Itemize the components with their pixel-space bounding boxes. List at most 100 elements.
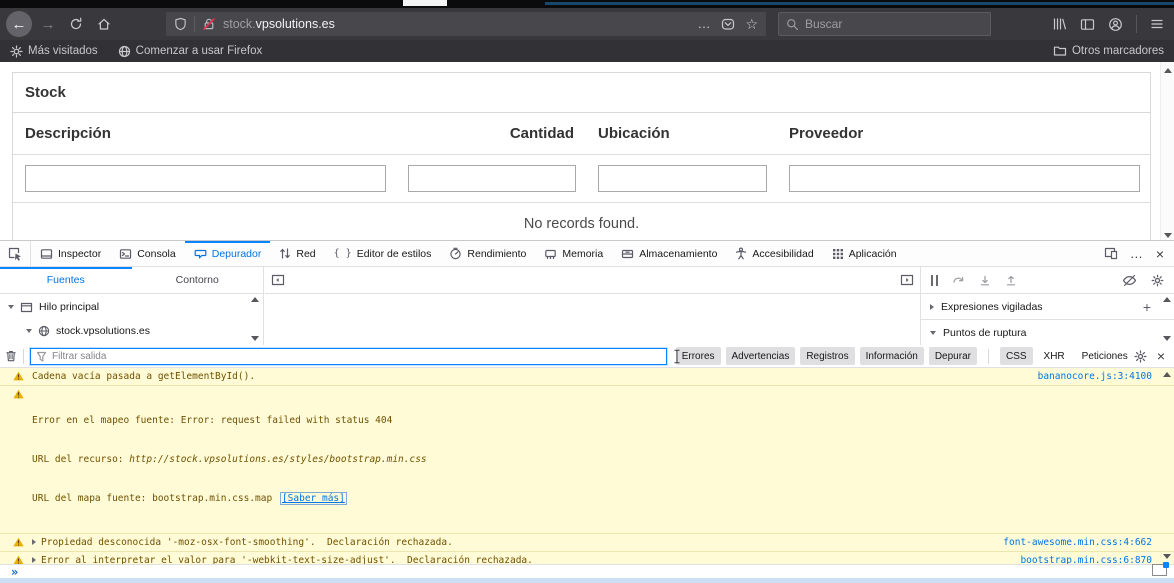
console-panel: Filtrar salida Errores Advertencias Regi…	[0, 345, 1174, 583]
collapse-sources-pane-icon[interactable]	[271, 274, 285, 286]
source-link[interactable]: font-awesome.min.css:4:662	[991, 536, 1152, 549]
console-settings-gear-icon[interactable]	[1134, 349, 1147, 363]
expand-message-caret[interactable]	[32, 557, 36, 563]
devtools-close-icon[interactable]: ×	[1156, 247, 1164, 261]
tab-accesibilidad[interactable]: Accesibilidad	[726, 241, 822, 266]
back-button[interactable]: ←	[6, 11, 32, 37]
menu-hamburger-icon[interactable]	[1150, 18, 1164, 30]
step-in-icon[interactable]	[979, 275, 991, 286]
tree-item-hilo-principal[interactable]: Hilo principal	[0, 296, 263, 318]
source-editor	[265, 267, 920, 345]
scroll-up-icon[interactable]	[251, 297, 259, 302]
console-bottom-strip	[0, 578, 1174, 583]
sources-scrollbar[interactable]	[250, 297, 260, 341]
debugger-icon	[194, 249, 207, 258]
filter-advertencias-button[interactable]: Advertencias	[725, 347, 796, 365]
forward-button[interactable]: →	[36, 12, 60, 36]
navigation-toolbar: ← → stock.vpsolutions.es … ☆ Buscar	[0, 8, 1174, 40]
console-scroll-down-icon[interactable]	[1163, 554, 1171, 559]
network-icon	[280, 248, 291, 259]
source-link[interactable]: bananocore.js:3:4100	[1026, 370, 1152, 383]
expand-message-caret[interactable]	[32, 539, 36, 545]
tracking-shield-icon	[175, 17, 186, 31]
console-prompt-icon: »	[11, 564, 19, 579]
tab-depurador[interactable]: Depurador	[184, 241, 271, 266]
sidebar-toggle-icon[interactable]	[1080, 18, 1095, 31]
scroll-up-icon[interactable]	[1163, 68, 1172, 73]
console-warning-row: Cadena vacía pasada a getElementById(). …	[0, 368, 1174, 386]
sources-pane: Fuentes Contorno Hilo principal stock.vp…	[0, 267, 264, 345]
filter-input-descripcion[interactable]	[25, 165, 386, 192]
split-console-toggle-icon[interactable]	[1152, 562, 1169, 576]
deactivate-breakpoints-icon[interactable]	[1122, 274, 1137, 287]
filter-registros-button[interactable]: Registros	[800, 347, 855, 365]
warning-icon	[13, 389, 24, 399]
gear-icon	[10, 44, 23, 58]
responsive-mode-icon[interactable]	[1104, 247, 1118, 260]
filter-informacion-button[interactable]: Información	[859, 347, 924, 365]
home-icon	[98, 18, 110, 30]
bookmark-comenzar-firefox[interactable]: Comenzar a usar Firefox	[118, 45, 262, 58]
console-input-row[interactable]: »	[0, 564, 1174, 578]
tab-almacenamiento[interactable]: Almacenamiento	[612, 241, 726, 266]
bookmark-mas-visitados[interactable]: Más visitados	[10, 44, 98, 58]
console-scroll-up-icon[interactable]	[1163, 372, 1171, 377]
scroll-up-icon[interactable]	[1163, 297, 1171, 302]
filter-input-ubicacion[interactable]	[598, 165, 767, 192]
add-watch-expression-icon[interactable]: +	[1143, 300, 1151, 314]
account-icon[interactable]	[1108, 17, 1123, 32]
tab-rendimiento[interactable]: Rendimiento	[440, 241, 535, 266]
tab-editor-estilos[interactable]: { } Editor de estilos	[325, 241, 441, 266]
scroll-down-icon[interactable]	[251, 336, 259, 341]
filter-depurar-button[interactable]: Depurar	[928, 347, 977, 365]
url-bar[interactable]: stock.vpsolutions.es … ☆	[166, 12, 766, 36]
filter-peticiones-button[interactable]: Peticiones	[1076, 347, 1134, 365]
element-picker-button[interactable]	[0, 241, 31, 266]
performance-icon	[450, 247, 462, 260]
tab-red[interactable]: Red	[270, 241, 324, 266]
collapsed-caret-icon[interactable]	[930, 303, 934, 310]
source-link[interactable]: bootstrap.min.css:6:870	[1008, 554, 1152, 564]
tree-item-domain[interactable]: stock.vpsolutions.es	[0, 320, 263, 342]
right-pane-scrollbar[interactable]	[1162, 297, 1172, 341]
tab-inspector[interactable]: Inspector	[31, 241, 110, 266]
step-over-icon[interactable]	[952, 275, 965, 286]
scroll-down-icon[interactable]	[1163, 336, 1171, 341]
filter-errores-button[interactable]: Errores	[675, 347, 721, 365]
saber-mas-link[interactable]: [Saber más]	[279, 492, 347, 505]
page-actions-icon[interactable]: …	[697, 17, 711, 30]
tab-memoria[interactable]: Memoria	[535, 241, 612, 266]
tab-consola[interactable]: Consola	[110, 241, 185, 266]
library-icon[interactable]	[1052, 17, 1067, 31]
expand-caret-icon[interactable]	[26, 329, 32, 333]
reload-button[interactable]	[64, 12, 88, 36]
breakpoints-section[interactable]: Puntos de ruptura	[921, 320, 1174, 346]
filter-input-proveedor[interactable]	[789, 165, 1140, 192]
filter-css-button[interactable]: CSS	[999, 347, 1033, 365]
debugger-settings-gear-icon[interactable]	[1151, 274, 1164, 287]
console-close-icon[interactable]: ×	[1157, 349, 1165, 363]
filter-input-cantidad[interactable]	[408, 165, 576, 192]
scroll-down-icon[interactable]	[1163, 233, 1172, 238]
column-header-proveedor: Proveedor	[789, 125, 864, 142]
step-out-icon[interactable]	[1005, 275, 1017, 286]
home-button[interactable]	[92, 12, 116, 36]
other-bookmarks[interactable]: Otros marcadores	[1053, 45, 1164, 57]
expand-panes-icon[interactable]	[900, 274, 914, 286]
expand-caret-icon[interactable]	[8, 305, 14, 309]
filter-xhr-button[interactable]: XHR	[1038, 347, 1071, 365]
page-scrollbar[interactable]	[1160, 62, 1174, 240]
tab-aplicacion[interactable]: Aplicación	[823, 241, 906, 266]
watch-expressions-section[interactable]: Expresiones vigiladas +	[921, 294, 1174, 320]
tab-contorno[interactable]: Contorno	[132, 267, 264, 293]
clear-console-trash-icon[interactable]	[5, 349, 17, 363]
bookmark-star-icon[interactable]: ☆	[745, 16, 758, 33]
tab-fuentes[interactable]: Fuentes	[0, 267, 132, 293]
search-input[interactable]: Buscar	[778, 12, 991, 36]
devtools-menu-icon[interactable]: …	[1130, 247, 1144, 260]
pause-button[interactable]	[931, 274, 938, 286]
console-filter-input[interactable]: Filtrar salida	[29, 347, 667, 365]
expanded-caret-icon[interactable]	[930, 330, 936, 335]
url-subdomain: stock.	[223, 17, 256, 31]
pocket-icon[interactable]	[721, 18, 735, 31]
